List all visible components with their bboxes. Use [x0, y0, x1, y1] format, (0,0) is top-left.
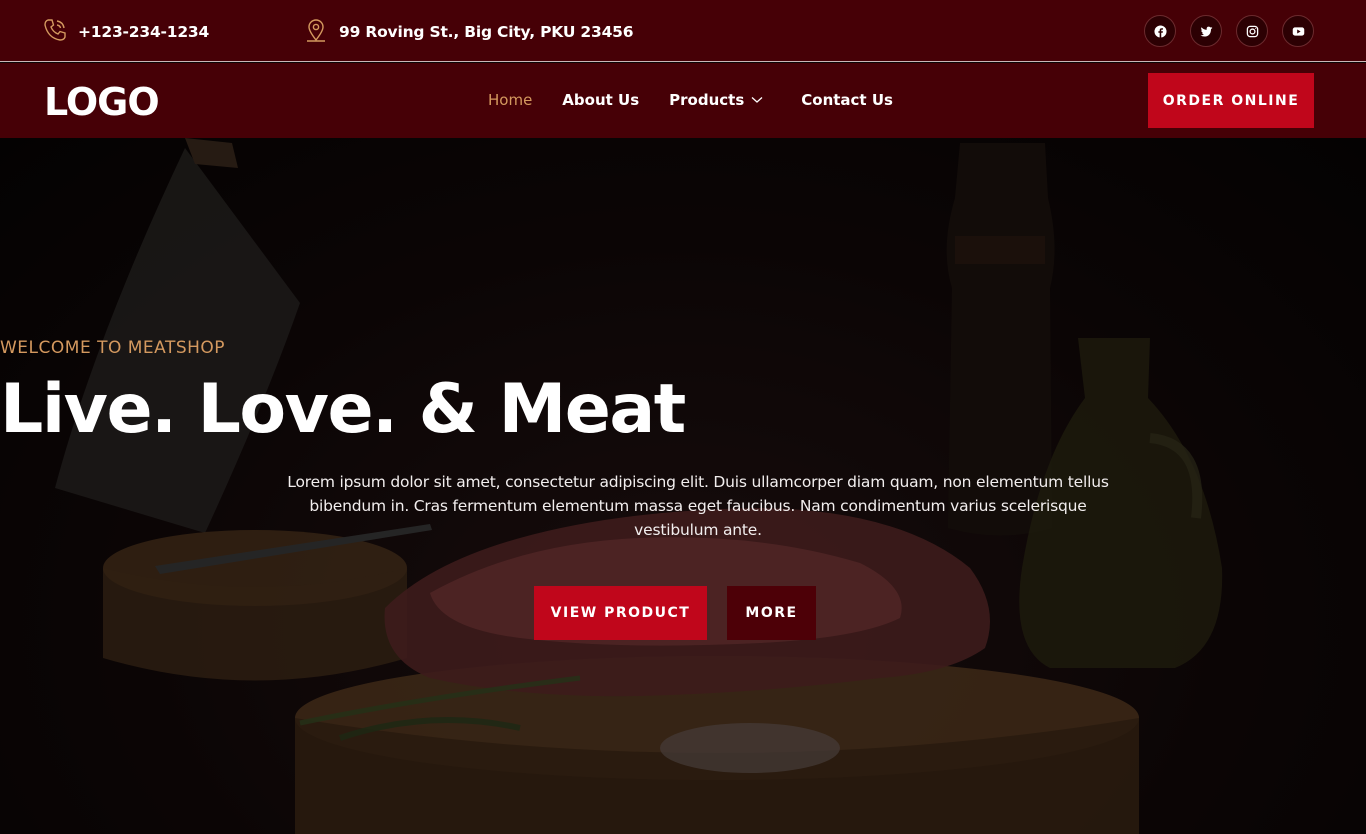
hero-eyebrow: WELCOME TO MEATSHOP [0, 338, 226, 358]
hero-section: WELCOME TO MEATSHOP Live. Love. & Meat L… [0, 138, 1366, 834]
nav-item-contact-us[interactable]: Contact Us [801, 91, 893, 109]
main-menu: Home About Us Products Contact Us [488, 91, 923, 109]
view-product-button[interactable]: VIEW PRODUCT [534, 586, 707, 640]
main-navbar: LOGO Home About Us Products Contact Us O… [0, 63, 1366, 138]
phone-contact[interactable]: +123-234-1234 [42, 17, 209, 47]
youtube-icon[interactable] [1282, 15, 1314, 47]
map-pin-icon [303, 17, 329, 47]
nav-item-products[interactable]: Products [669, 91, 763, 109]
facebook-icon[interactable] [1144, 15, 1176, 47]
hero-headline: Live. Love. & Meat [0, 370, 686, 449]
more-button[interactable]: MORE [727, 586, 816, 640]
social-links [1144, 15, 1314, 47]
twitter-icon[interactable] [1190, 15, 1222, 47]
chevron-down-icon [751, 97, 763, 103]
hero-description: Lorem ipsum dolor sit amet, consectetur … [287, 473, 1109, 539]
nav-item-about-us[interactable]: About Us [562, 91, 639, 109]
top-contact-bar: +123-234-1234 99 Roving St., Big City, P… [0, 0, 1366, 62]
address-contact: 99 Roving St., Big City, PKU 23456 [303, 17, 634, 47]
instagram-icon[interactable] [1236, 15, 1268, 47]
phone-number: +123-234-1234 [78, 23, 210, 41]
nav-item-home[interactable]: Home [488, 91, 532, 109]
order-online-button[interactable]: ORDER ONLINE [1148, 73, 1314, 128]
phone-icon [42, 17, 68, 47]
nav-item-products-label: Products [669, 91, 745, 109]
address-text: 99 Roving St., Big City, PKU 23456 [339, 23, 634, 41]
site-logo[interactable]: LOGO [44, 80, 160, 124]
